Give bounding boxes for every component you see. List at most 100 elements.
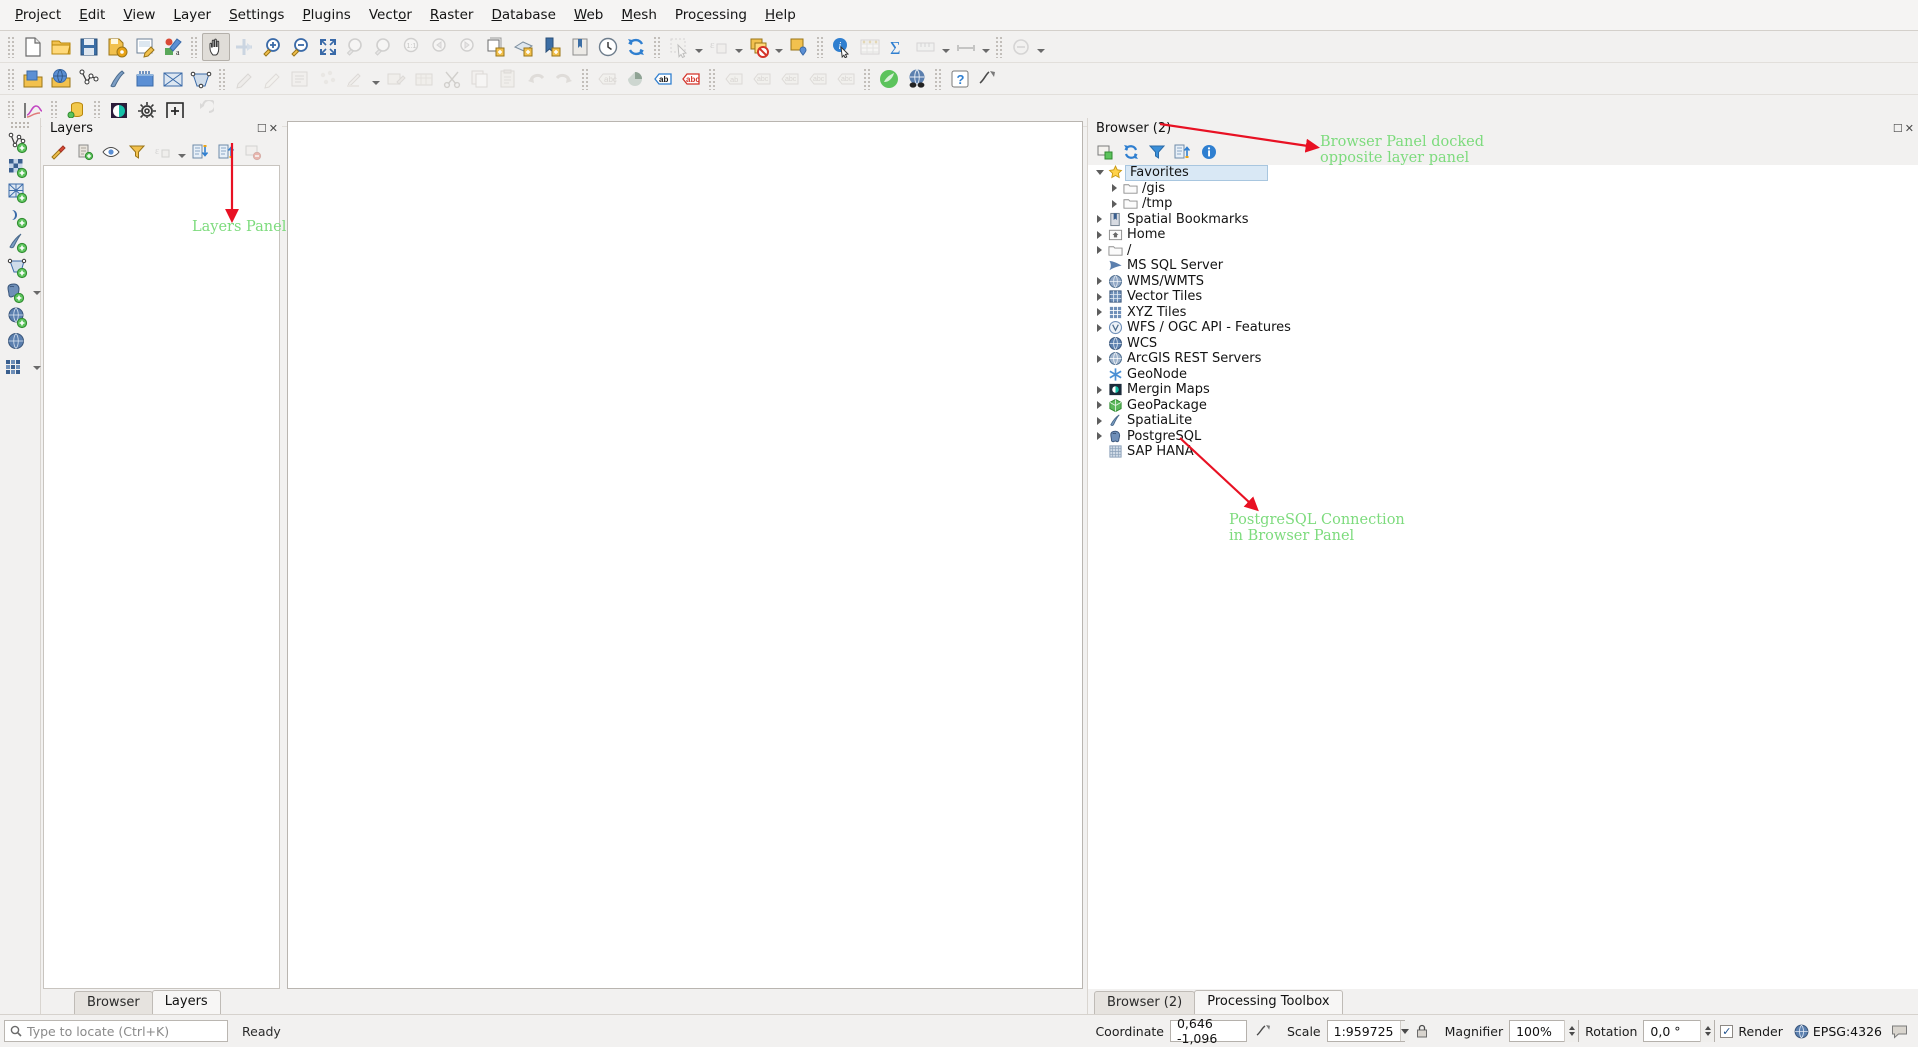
wms-layer-icon[interactable]	[47, 65, 75, 93]
multi-edit-icon[interactable]	[382, 65, 410, 93]
select-features-dropdown[interactable]	[693, 33, 705, 61]
zoom-out-icon[interactable]	[286, 33, 314, 61]
add-group-icon[interactable]	[73, 141, 97, 163]
tab-processing-toolbox[interactable]: Processing Toolbox	[1194, 990, 1343, 1014]
toolbar-grip[interactable]	[708, 67, 717, 90]
menu-item-plugins[interactable]: Plugins	[293, 3, 359, 27]
measure-line-icon[interactable]	[912, 33, 940, 61]
new-3d-map-view-icon[interactable]	[510, 33, 538, 61]
rotate-label-icon[interactable]: abc	[776, 65, 804, 93]
remove-layer-icon[interactable]	[241, 141, 265, 163]
pin-labels-icon[interactable]: ab	[649, 65, 677, 93]
digitize-toolbar-icon[interactable]	[286, 65, 314, 93]
magnifier-spinner[interactable]	[1564, 1020, 1579, 1042]
delimited-text-icon[interactable]	[159, 65, 187, 93]
chevron-right-icon[interactable]	[1092, 212, 1107, 227]
chevron-right-icon[interactable]	[1092, 227, 1107, 242]
browser-tree-item[interactable]: Home	[1088, 227, 1918, 243]
collapse-all-icon[interactable]	[1171, 141, 1195, 163]
float-icon[interactable]: ☐	[1893, 123, 1903, 134]
modify-attributes-dropdown[interactable]	[370, 65, 382, 93]
refresh-icon[interactable]	[622, 33, 650, 61]
zoom-to-selection-icon[interactable]	[342, 33, 370, 61]
zoom-last-icon[interactable]	[426, 33, 454, 61]
open-data-source-manager-icon[interactable]	[19, 65, 47, 93]
add-postgis-dropdown-icon[interactable]	[32, 290, 41, 295]
browser-tree-item[interactable]: Favorites	[1088, 165, 1918, 181]
highlight-pinned-labels-icon[interactable]: ab	[720, 65, 748, 93]
add-vector-tile-dropdown-icon[interactable]	[32, 365, 41, 370]
add-delimited-text-layer-icon[interactable]	[3, 205, 37, 230]
messages-log-icon[interactable]	[1888, 1020, 1910, 1042]
merge-features-icon[interactable]	[410, 65, 438, 93]
crs-status-button[interactable]: EPSG:4326	[1794, 1024, 1882, 1039]
select-features-icon[interactable]	[665, 33, 693, 61]
toggle-editing-icon[interactable]	[230, 65, 258, 93]
refresh-icon[interactable]	[1119, 141, 1143, 163]
browser-tree-item[interactable]: GeoNode	[1088, 367, 1918, 383]
browser-tree-item[interactable]: Vector Tiles	[1088, 289, 1918, 305]
spatialite-layer-icon[interactable]	[103, 65, 131, 93]
open-project-icon[interactable]	[47, 33, 75, 61]
chevron-right-icon[interactable]	[1092, 413, 1107, 428]
select-by-expression-icon[interactable]: ε	[705, 33, 733, 61]
magnifier-field[interactable]: 100%	[1509, 1020, 1580, 1042]
python-console-icon[interactable]	[875, 65, 903, 93]
menu-item-edit[interactable]: Edit	[70, 3, 114, 27]
menu-item-mesh[interactable]: Mesh	[612, 3, 666, 27]
close-icon[interactable]: ✕	[1905, 123, 1914, 134]
add-mesh-layer-icon[interactable]	[3, 180, 37, 205]
change-label-icon[interactable]: abc	[804, 65, 832, 93]
vector-layer-icon[interactable]	[75, 65, 103, 93]
virtual-layer-icon[interactable]	[187, 65, 215, 93]
new-bookmark-icon[interactable]	[538, 33, 566, 61]
save-layer-edits-icon[interactable]	[258, 65, 286, 93]
rotation-field[interactable]: 0,0 °	[1643, 1020, 1716, 1042]
temporal-controller-icon[interactable]	[594, 33, 622, 61]
browser-tree-item[interactable]: WCS	[1088, 336, 1918, 352]
open-layer-styling-icon[interactable]	[47, 141, 71, 163]
lock-scale-icon[interactable]	[1411, 1020, 1433, 1042]
show-properties-icon[interactable]	[1197, 141, 1221, 163]
toolbar-grip[interactable]	[653, 35, 662, 58]
chevron-right-icon[interactable]	[1092, 274, 1107, 289]
float-icon[interactable]: ☐	[257, 123, 267, 134]
chevron-right-icon[interactable]	[1092, 429, 1107, 444]
chevron-right-icon[interactable]	[1092, 382, 1107, 397]
scale-combo[interactable]: 1:959725	[1326, 1020, 1409, 1042]
save-project-icon[interactable]	[75, 33, 103, 61]
layer-diagram-icon[interactable]	[621, 65, 649, 93]
add-vector-layer-icon[interactable]	[3, 130, 37, 155]
chevron-right-icon[interactable]	[1092, 289, 1107, 304]
deselect-features-icon[interactable]	[745, 33, 773, 61]
toolbar-grip[interactable]	[863, 67, 872, 90]
toolbar-grip[interactable]	[218, 67, 227, 90]
new-project-icon[interactable]	[19, 33, 47, 61]
browser-tree-item[interactable]: ArcGIS REST Servers	[1088, 351, 1918, 367]
locator-search-input[interactable]: Type to locate (Ctrl+K)	[4, 1020, 228, 1042]
chevron-down-icon[interactable]	[1399, 1021, 1409, 1041]
render-checkbox[interactable]: ✓ Render	[1720, 1024, 1783, 1039]
map-canvas[interactable]	[287, 121, 1083, 989]
new-map-view-icon[interactable]	[482, 33, 510, 61]
add-wfs-layer-icon[interactable]	[3, 330, 37, 355]
label-toolbar-icon[interactable]: abc	[593, 65, 621, 93]
browser-tree-item[interactable]: WFS / OGC API - Features	[1088, 320, 1918, 336]
browser-tree-item[interactable]: MS SQL Server	[1088, 258, 1918, 274]
show-map-tips-icon[interactable]	[1007, 33, 1035, 61]
manage-layer-visibility-icon[interactable]	[99, 141, 123, 163]
checkbox-box[interactable]: ✓	[1720, 1024, 1734, 1038]
add-virtual-layer-icon[interactable]	[3, 255, 37, 280]
deselect-features-dropdown[interactable]	[773, 33, 785, 61]
mesh-layer-icon[interactable]	[131, 65, 159, 93]
menu-item-view[interactable]: View	[114, 3, 164, 27]
add-postgis-layer-icon[interactable]	[0, 280, 34, 305]
add-vector-tile-layer-icon[interactable]	[0, 355, 34, 380]
menu-item-database[interactable]: Database	[482, 3, 564, 27]
tab-browser[interactable]: Browser	[74, 991, 153, 1014]
pan-to-selection-icon[interactable]	[230, 33, 258, 61]
browser-tree-item[interactable]: Mergin Maps	[1088, 382, 1918, 398]
add-raster-layer-icon[interactable]	[3, 155, 37, 180]
paste-features-icon[interactable]	[494, 65, 522, 93]
show-bookmarks-icon[interactable]	[566, 33, 594, 61]
